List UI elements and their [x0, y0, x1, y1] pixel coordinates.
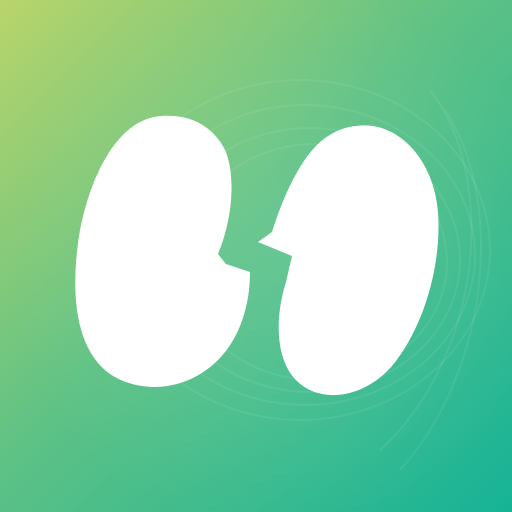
- app-icon: [0, 0, 512, 512]
- app-icon-artwork: [0, 0, 512, 512]
